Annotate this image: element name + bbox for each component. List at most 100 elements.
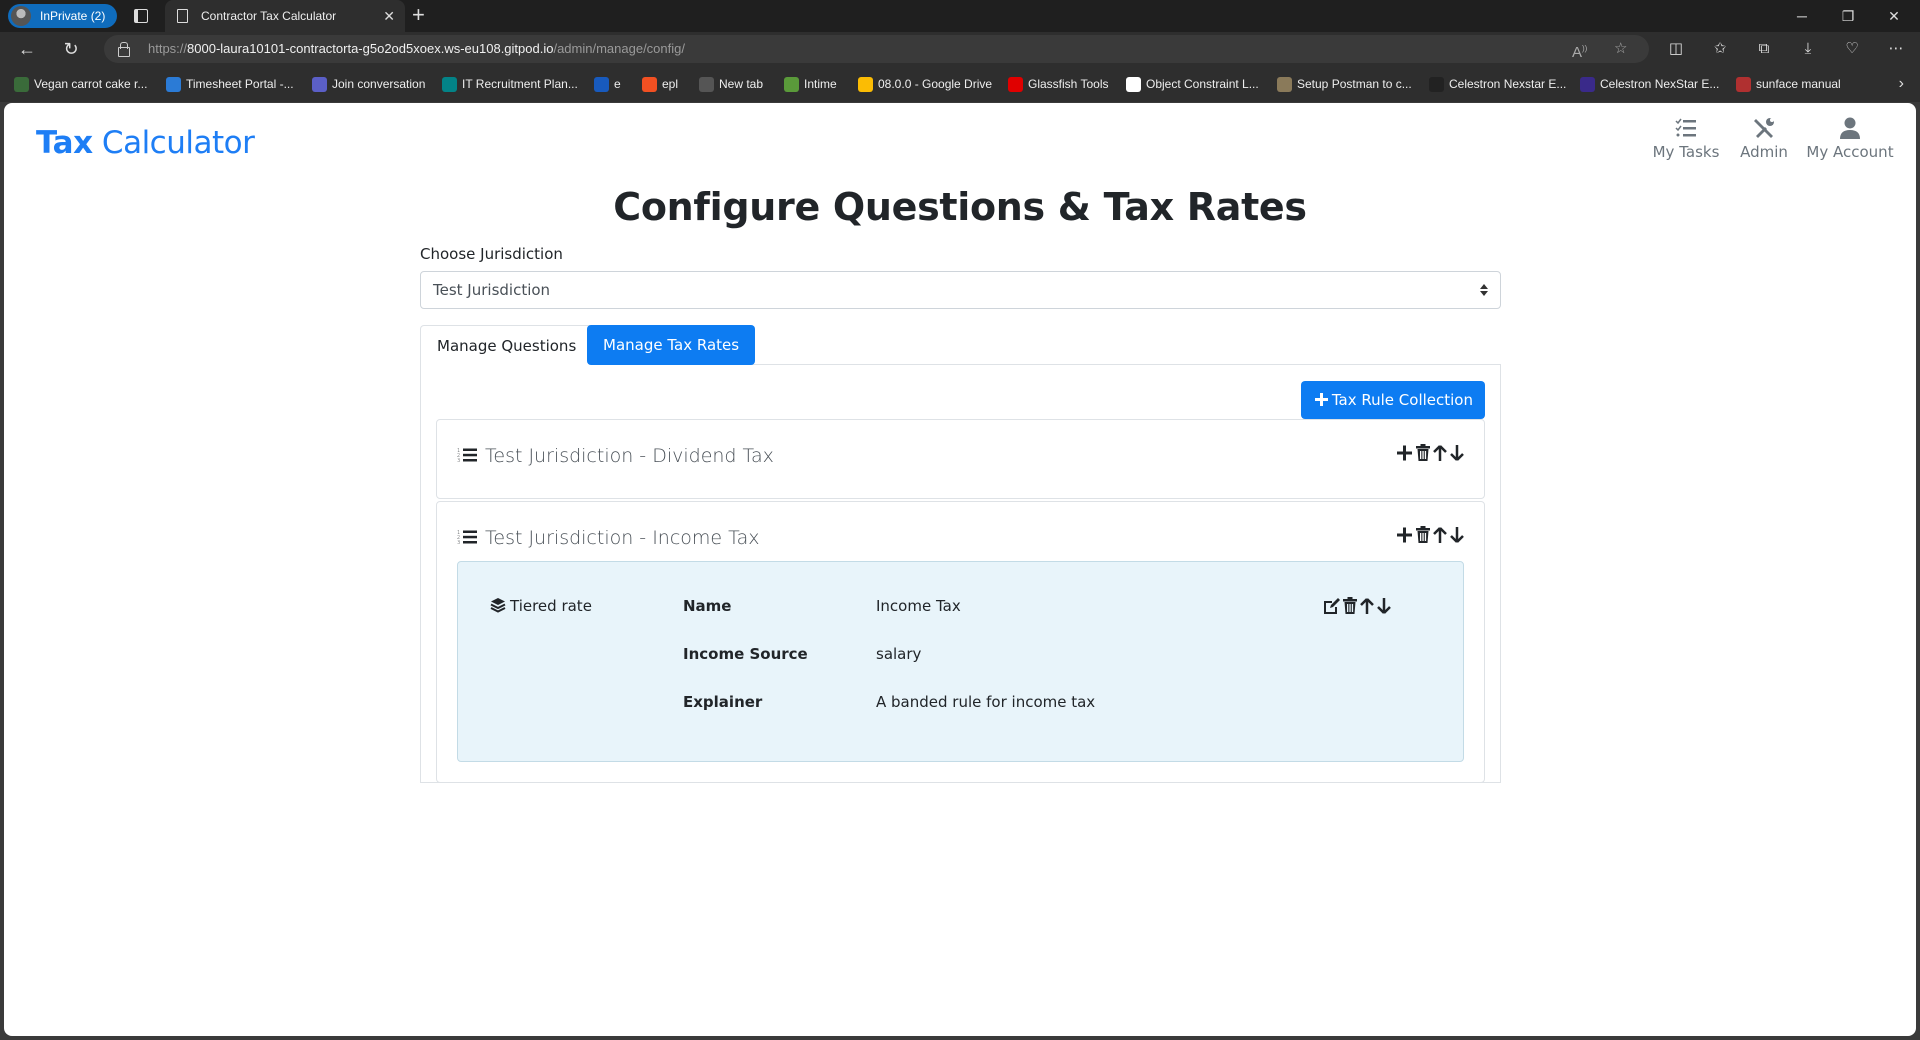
browser-toolbar: ← ↻ https://8000-laura10101-contractorta…: [0, 32, 1920, 66]
move-down-icon[interactable]: [1450, 526, 1464, 544]
restore-button[interactable]: ❐: [1825, 0, 1871, 32]
delete-icon[interactable]: [1416, 526, 1430, 544]
read-aloud-icon[interactable]: A)): [1572, 35, 1587, 67]
more-bookmarks-chevron-icon[interactable]: ›: [1899, 66, 1904, 102]
newtab-icon: [699, 77, 714, 92]
wikipedia-icon: [1126, 77, 1141, 92]
bookmark-label: Celestron Nexstar E...: [1449, 77, 1567, 91]
postman-thumb-icon: [1277, 77, 1292, 92]
inprivate-profile-button[interactable]: InPrivate (2): [8, 4, 118, 28]
move-down-icon[interactable]: [1450, 444, 1464, 462]
bookmark-item[interactable]: Celestron Nexstar E...: [1427, 66, 1566, 102]
browser-tab-strip: InPrivate (2) Contractor Tax Calculator …: [0, 0, 1920, 32]
browser-tab-active[interactable]: Contractor Tax Calculator ✕: [165, 0, 405, 32]
bookmark-item[interactable]: New tab: [697, 66, 763, 102]
move-up-icon[interactable]: [1360, 597, 1374, 615]
minimize-button[interactable]: ─: [1779, 0, 1825, 32]
timesheet-icon: [166, 77, 181, 92]
svg-text:3: 3: [457, 458, 460, 463]
page-icon: [177, 9, 188, 23]
bookmark-item[interactable]: Celestron NexStar E...: [1578, 66, 1719, 102]
nav-my-account[interactable]: My Account: [1804, 117, 1896, 161]
nav-admin[interactable]: Admin: [1736, 117, 1792, 161]
tax-rule-collection-card: 1 2 3 Test Jurisdiction - Income Tax Tie…: [436, 501, 1485, 783]
button-label: Tax Rule Collection: [1331, 391, 1473, 409]
nav-my-tasks[interactable]: My Tasks: [1650, 117, 1722, 161]
rule-actions: [1323, 597, 1391, 615]
bookmark-label: Object Constraint L...: [1146, 77, 1259, 91]
back-button[interactable]: ←: [12, 32, 42, 66]
delete-icon[interactable]: [1416, 444, 1430, 462]
nav-label: My Tasks: [1652, 143, 1720, 161]
bookmark-label: epl: [662, 77, 679, 91]
jurisdiction-select[interactable]: Test Jurisdiction: [420, 271, 1501, 309]
browser-essentials-icon[interactable]: ♡: [1837, 32, 1867, 66]
close-tab-icon[interactable]: ✕: [383, 0, 395, 32]
bookmark-item[interactable]: Object Constraint L...: [1124, 66, 1259, 102]
move-up-icon[interactable]: [1433, 526, 1447, 544]
tools-icon: [1754, 118, 1774, 138]
address-bar[interactable]: https://8000-laura10101-contractorta-g5o…: [104, 35, 1649, 63]
add-rule-icon[interactable]: [1397, 526, 1413, 544]
new-tab-button[interactable]: +: [412, 0, 425, 30]
gf-icon: [14, 77, 29, 92]
bookmark-item[interactable]: e: [592, 66, 621, 102]
bookmark-label: e: [614, 77, 621, 91]
close-window-button[interactable]: ✕: [1871, 0, 1917, 32]
microsoft-icon: [642, 77, 657, 92]
word-icon: [594, 77, 609, 92]
google-drive-icon: [858, 77, 873, 92]
url-text[interactable]: https://8000-laura10101-contractorta-g5o…: [148, 35, 685, 63]
bookmark-item[interactable]: IT Recruitment Plan...: [440, 66, 578, 102]
app-brand-link[interactable]: Tax Calculator: [36, 125, 255, 161]
bookmark-label: IT Recruitment Plan...: [462, 77, 578, 91]
downloads-icon[interactable]: ⤓: [1793, 32, 1823, 66]
tax-rates-panel: Tax Rule Collection 1 2 3 Test Jurisdict…: [420, 365, 1501, 783]
split-screen-icon[interactable]: ◫: [1661, 32, 1691, 66]
bookmark-label: Vegan carrot cake r...: [34, 77, 148, 91]
tab-manage-tax-rates[interactable]: Manage Tax Rates: [587, 325, 756, 365]
bookmark-item[interactable]: sunface manual: [1734, 66, 1841, 102]
bookmark-item[interactable]: Timesheet Portal -...: [164, 66, 294, 102]
bookmark-item[interactable]: Intime: [782, 66, 837, 102]
edit-icon[interactable]: [1323, 597, 1340, 615]
browser-tab-title: Contractor Tax Calculator: [201, 9, 337, 23]
lock-icon[interactable]: [118, 42, 130, 57]
celestron-icon: [1580, 77, 1595, 92]
bookmark-item[interactable]: 08.0.0 - Google Drive: [856, 66, 992, 102]
favorites-icon[interactable]: ✩: [1705, 32, 1735, 66]
move-down-icon[interactable]: [1377, 597, 1391, 615]
bookmark-label: Celestron NexStar E...: [1600, 77, 1720, 91]
move-up-icon[interactable]: [1433, 444, 1447, 462]
bookmark-label: Join conversation: [332, 77, 426, 91]
profile-avatar-icon: [11, 6, 31, 26]
bookmark-item[interactable]: Vegan carrot cake r...: [12, 66, 147, 102]
add-rule-icon[interactable]: [1397, 444, 1413, 462]
favorite-star-icon[interactable]: ☆: [1614, 35, 1627, 63]
bookmark-label: Intime: [804, 77, 837, 91]
bookmark-label: New tab: [719, 77, 764, 91]
bookmark-item[interactable]: Glassfish Tools: [1006, 66, 1108, 102]
delete-icon[interactable]: [1343, 597, 1357, 615]
bookmark-item[interactable]: Setup Postman to c...: [1275, 66, 1412, 102]
more-menu-icon[interactable]: ⋯: [1881, 32, 1911, 66]
layer-group-icon: [490, 598, 506, 613]
intime-icon: [784, 77, 799, 92]
bookmark-label: Setup Postman to c...: [1297, 77, 1412, 91]
bookmark-item[interactable]: epl: [640, 66, 678, 102]
tab-manage-questions[interactable]: Manage Questions: [420, 325, 594, 365]
collections-icon[interactable]: ⧉: [1749, 32, 1779, 66]
bookmark-label: Glassfish Tools: [1028, 77, 1109, 91]
add-tax-rule-collection-button[interactable]: Tax Rule Collection: [1300, 381, 1485, 419]
bookmark-label: sunface manual: [1756, 77, 1841, 91]
tab-actions-icon[interactable]: [134, 9, 148, 23]
teams-icon: [312, 77, 327, 92]
tax-rule-collection-card: 1 2 3 Test Jurisdiction - Dividend Tax: [436, 419, 1485, 499]
bookmark-item[interactable]: Join conversation: [310, 66, 425, 102]
refresh-button[interactable]: ↻: [56, 32, 86, 66]
collection-actions: [1397, 526, 1464, 544]
jurisdiction-label: Choose Jurisdiction: [420, 245, 563, 263]
bookmark-label: 08.0.0 - Google Drive: [878, 77, 993, 91]
profile-label: InPrivate (2): [40, 9, 106, 23]
bookmarks-bar: Vegan carrot cake r... Timesheet Portal -…: [0, 66, 1920, 102]
